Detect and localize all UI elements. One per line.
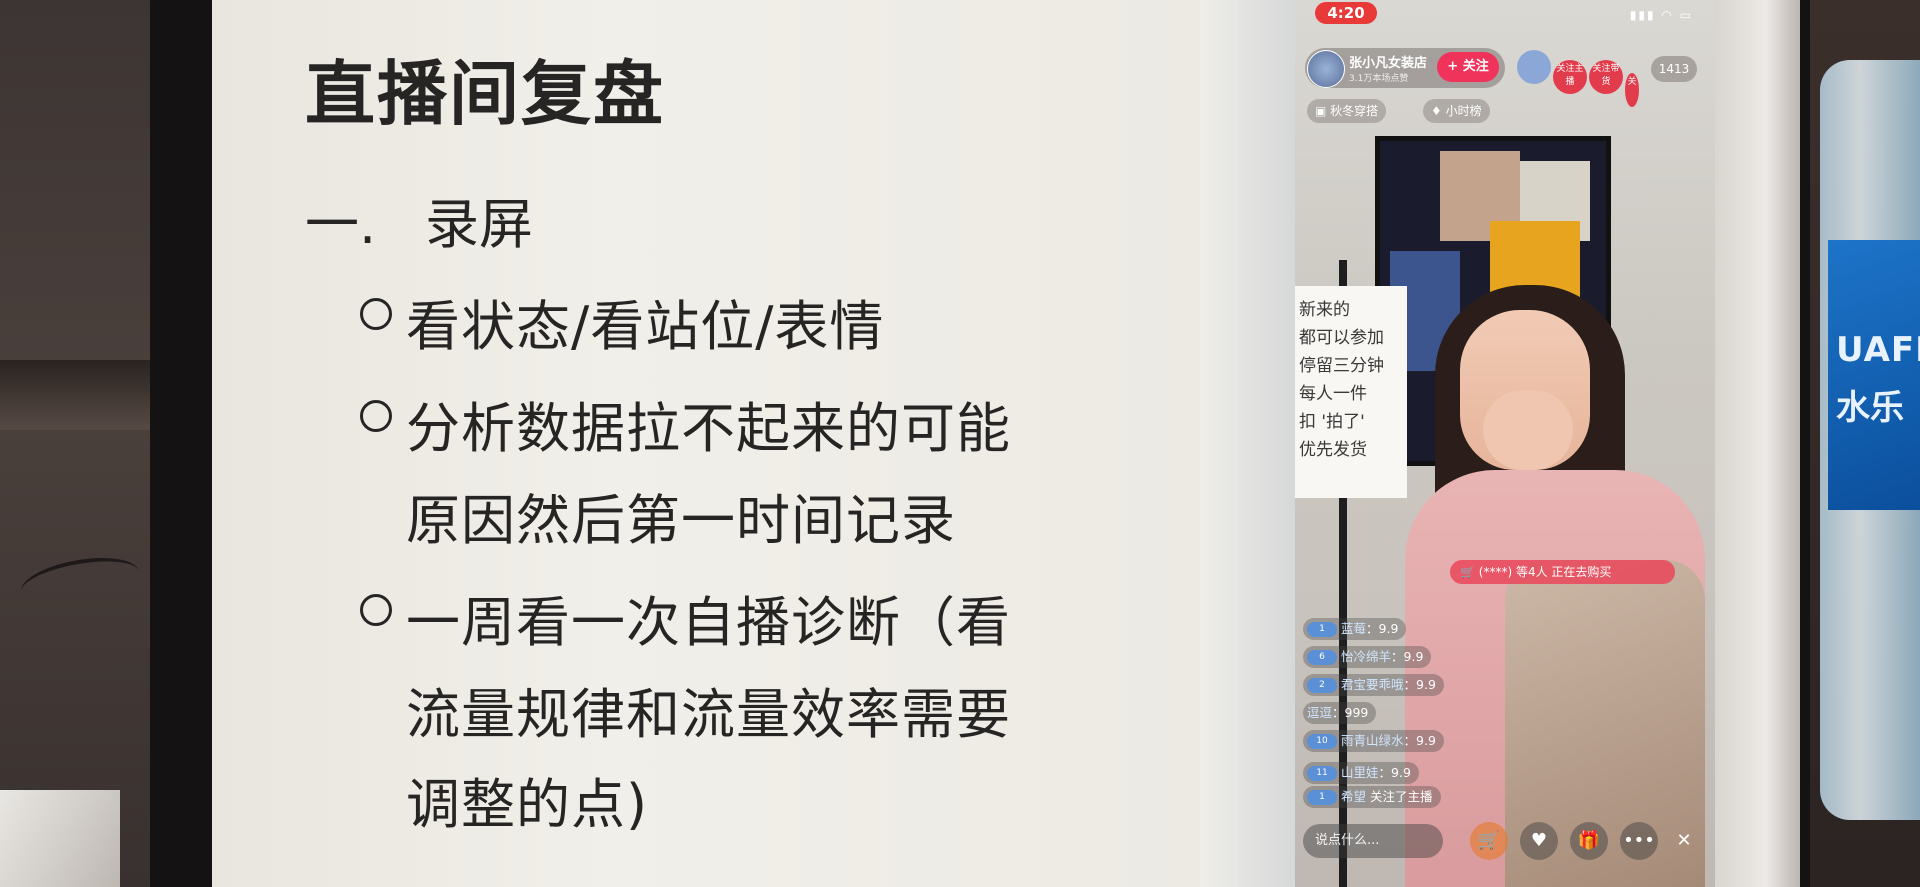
sign-line: 优先发货 [1299,440,1367,460]
bullet-circle-icon [360,298,392,330]
chat-comment: 1 蓝莓：9.9 [1303,618,1407,640]
chat-comment: 2 君宝要乖哦：9.9 [1303,674,1444,696]
level-badge: 2 [1307,678,1337,693]
viewer-badge[interactable]: 关注带货 [1589,60,1623,94]
comment-user: 希望 [1341,789,1367,804]
slide-line: 调整的点) [406,773,649,836]
comment-user: 逗逗 [1307,705,1333,720]
flame-icon: ▣ [1315,104,1331,118]
chat-comment: 10 雨青山绿水：9.9 [1303,730,1444,752]
comment-text: 关注了主播 [1370,789,1433,804]
comment-user: 怡冷绵羊 [1341,649,1392,664]
sign-line: 都可以参加 [1299,328,1384,348]
comment-text: 999 [1344,705,1369,720]
level-badge: 11 [1307,766,1337,781]
level-badge: 10 [1307,734,1337,749]
viewer-badge[interactable]: 关注主播 [1553,60,1587,94]
chat-comment: 11 山里娃：9.9 [1303,762,1419,784]
host-avatar[interactable] [1307,50,1345,88]
comment-text: 9.9 [1416,677,1436,692]
phone-livestream-screen: 新来的 都可以参加 停留三分钟 每人一件 扣 '拍了' 优先发货 4:20 ▮▮… [1295,0,1715,887]
sign-line: 新来的 [1299,300,1350,320]
slide-line: 原因然后第一时间记录 [406,489,956,552]
slide-section-heading: 一. 录屏 [305,180,533,259]
bullet-circle-icon [360,400,392,432]
plus-icon: + [1447,59,1459,74]
bottle-brand-text: UAFIN [1836,330,1920,370]
phone-side-blur [1715,0,1800,887]
signal-battery-icon: ▮▮▮ ◠ ▭ [1629,8,1693,22]
bottle-brand-text-cn: 水乐 [1836,388,1904,428]
water-bottle-label [1828,240,1920,510]
comment-text: 9.9 [1416,733,1436,748]
chat-comment: 1 希望 关注了主播 [1303,786,1441,808]
comment-user: 蓝莓 [1341,621,1367,636]
sign-line: 扣 '拍了' [1299,412,1365,432]
cart-icon[interactable]: 🛒 [1470,822,1508,860]
host-hand [1483,390,1573,470]
cart-icon: 🛒 [1460,565,1479,579]
heart-icon[interactable]: ♥ [1520,822,1558,860]
chat-comment: 6 怡冷绵羊：9.9 [1303,646,1432,668]
viewer-avatars[interactable]: 关注主播关注带货关 [1517,50,1641,107]
slide-line: 看状态/看站位/表情 [406,295,885,358]
fire-icon: ♦ [1431,104,1446,118]
comment-text: 9.9 [1391,765,1411,780]
close-icon[interactable]: ✕ [1665,822,1703,860]
tag-label: 秋冬穿搭 [1330,104,1379,118]
comment-user: 山里娃 [1341,765,1379,780]
bullet-circle-icon [360,594,392,626]
comment-text: 9.9 [1378,621,1399,636]
phone-edge-glow [1200,0,1310,887]
slide-line: 流量规律和流量效率需要 [406,683,1011,746]
host-likes: 3.1万本场点赞 [1349,74,1409,84]
comment-user: 雨青山绿水 [1341,733,1404,748]
follow-label: 关注 [1462,59,1489,74]
host-name: 张小凡女装店 [1349,56,1428,71]
background-box [0,790,120,887]
section-number: 一. [305,193,377,256]
comment-text: 9.9 [1403,649,1424,664]
tag-autumn-winter[interactable]: ▣ 秋冬穿搭 [1307,99,1387,123]
level-badge: 1 [1307,790,1337,805]
sign-line: 每人一件 [1299,384,1367,404]
level-badge: 6 [1307,650,1337,665]
slide-title: 直播间复盘 [305,53,665,135]
sign-line: 停留三分钟 [1299,356,1384,376]
tag-label: 小时榜 [1445,104,1482,118]
section-title: 录屏 [425,193,533,256]
viewer-count[interactable]: 1413 [1651,56,1697,82]
background-left-shelf [0,360,150,430]
level-badge: 1 [1307,622,1337,637]
chat-comment: 逗逗：999 [1303,702,1377,724]
comment-user: 君宝要乖哦 [1341,677,1404,692]
buying-banner: 🛒 (****) 等4人 正在去购买 [1450,560,1675,584]
more-icon[interactable]: ••• [1620,822,1658,860]
paper-sign: 新来的 都可以参加 停留三分钟 每人一件 扣 '拍了' 优先发货 [1295,286,1407,498]
buying-text: (****) 等4人 正在去购买 [1478,565,1612,579]
viewer-avatar[interactable] [1517,50,1551,84]
follow-button[interactable]: + 关注 [1437,52,1499,82]
background-left [0,0,150,887]
viewer-badge[interactable]: 关 [1625,73,1639,107]
comment-input[interactable]: 说点什么... [1303,824,1443,858]
status-time: 4:20 [1315,2,1377,24]
slide-line: 分析数据拉不起来的可能 [406,397,1011,460]
tag-hourly-rank[interactable]: ♦ 小时榜 [1423,99,1490,123]
gift-icon[interactable]: 🎁 [1570,822,1608,860]
slide-line: 一周看一次自播诊断（看 [406,591,1011,654]
